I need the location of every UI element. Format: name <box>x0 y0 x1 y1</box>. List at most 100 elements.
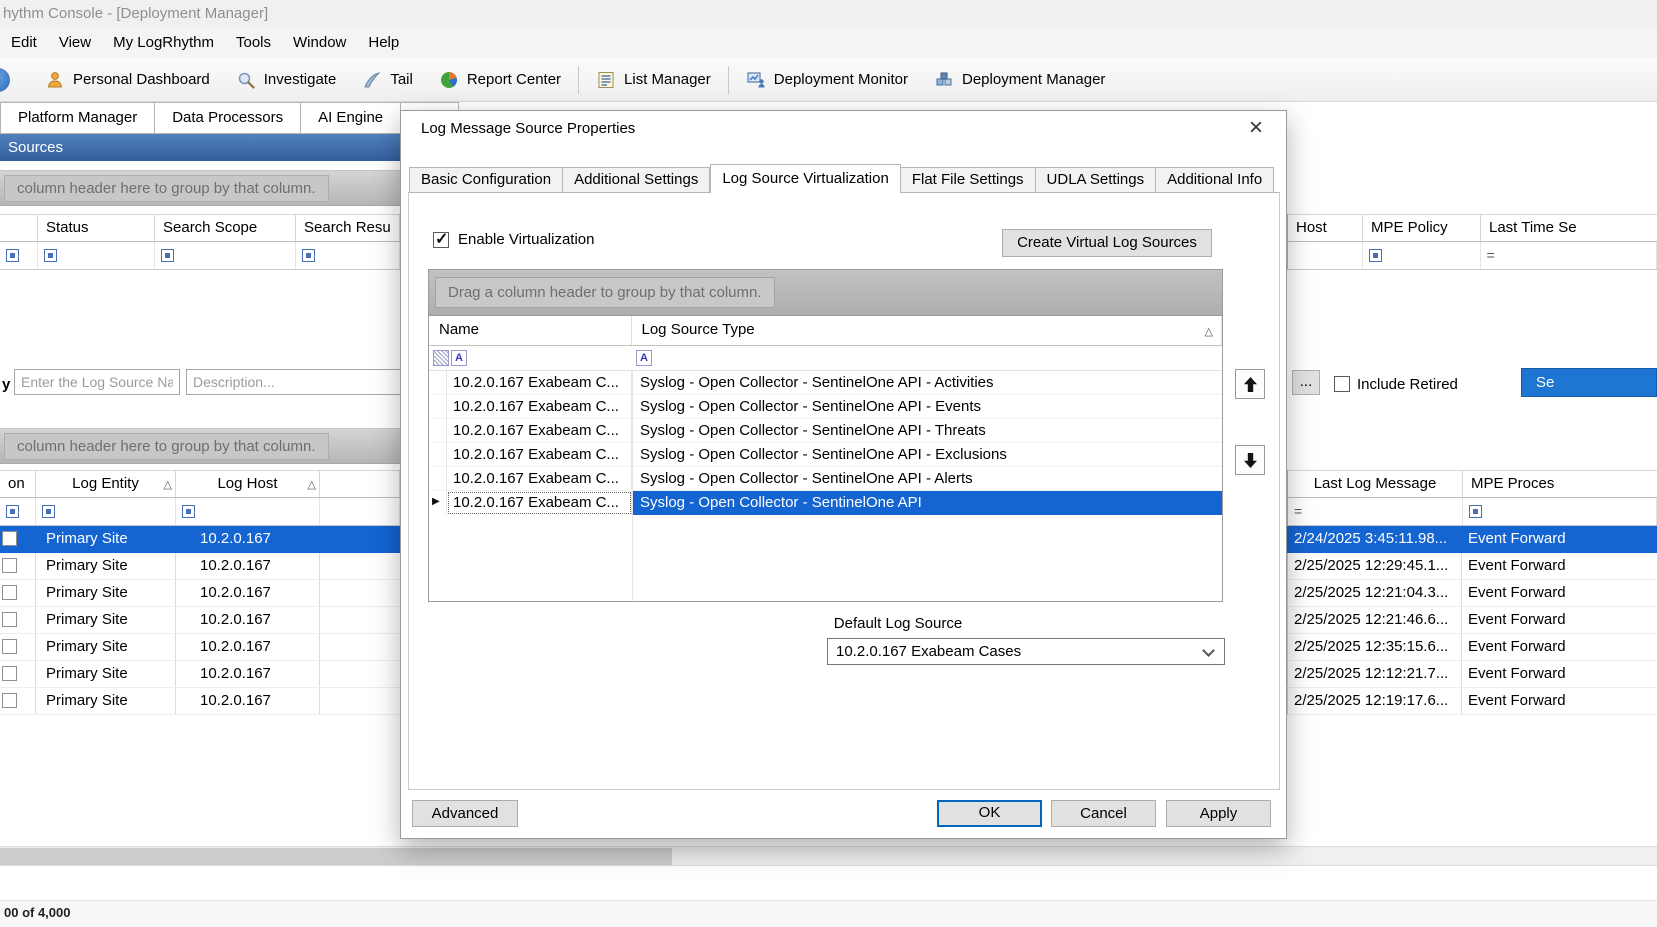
row-checkbox-cell[interactable] <box>0 526 36 553</box>
description-input[interactable] <box>186 369 401 395</box>
filter-cell[interactable] <box>36 498 176 525</box>
move-down-button[interactable] <box>1235 445 1265 475</box>
filter-cell[interactable] <box>0 242 38 269</box>
default-log-source-dropdown[interactable]: 10.2.0.167 Exabeam Cases <box>827 638 1225 665</box>
filter-cell[interactable] <box>296 242 400 269</box>
toolbar-list-manager[interactable]: List Manager <box>583 58 724 101</box>
column-header-blank[interactable] <box>0 214 38 242</box>
enable-virtualization-checkbox[interactable]: Enable Virtualization <box>433 231 594 248</box>
checkbox-icon[interactable] <box>2 558 17 573</box>
toolbar-report-center[interactable]: Report Center <box>426 58 574 101</box>
virtual-log-source-row[interactable]: 10.2.0.167 Exabeam C...Syslog - Open Col… <box>429 467 1222 491</box>
virtual-log-source-row[interactable]: 10.2.0.167 Exabeam C...Syslog - Open Col… <box>429 371 1222 395</box>
browse-ellipsis-button[interactable]: ... <box>1292 370 1320 395</box>
close-icon[interactable] <box>1240 113 1272 145</box>
checkbox-icon[interactable] <box>2 693 17 708</box>
equals-filter-icon[interactable] <box>1487 247 1495 264</box>
filter-cell[interactable] <box>1288 242 1363 269</box>
filter-cell[interactable] <box>0 498 36 525</box>
dialog-tab-flat-file-settings[interactable]: Flat File Settings <box>901 167 1036 193</box>
row-checkbox-cell[interactable] <box>0 580 36 606</box>
filter-checkbox-icon[interactable] <box>1369 249 1382 262</box>
column-header-search-resu[interactable]: Search Resu <box>296 214 400 242</box>
column-header-last-log-message[interactable]: Last Log Message <box>1288 470 1463 498</box>
horizontal-scrollbar[interactable] <box>0 846 1657 866</box>
column-header-mpe-proces[interactable]: MPE Proces <box>1463 470 1657 498</box>
dialog-tab-log-source-virtualization[interactable]: Log Source Virtualization <box>710 164 901 193</box>
filter-cell[interactable] <box>1363 242 1481 269</box>
search-button[interactable]: Se <box>1521 368 1657 397</box>
checkbox-icon[interactable] <box>2 666 17 681</box>
checkbox-icon[interactable] <box>2 612 17 627</box>
log-source-name-input[interactable] <box>14 369 180 395</box>
virtual-log-source-row[interactable]: 10.2.0.167 Exabeam C...Syslog - Open Col… <box>429 419 1222 443</box>
toolbar-tail[interactable]: Tail <box>349 58 426 101</box>
scrollbar-thumb[interactable] <box>0 848 672 865</box>
view-tab-platform-manager[interactable]: Platform Manager <box>0 102 155 134</box>
column-header-log-entity[interactable]: Log Entity <box>36 470 176 498</box>
filter-hatch-icon[interactable] <box>433 350 449 366</box>
column-header-search-scope[interactable]: Search Scope <box>155 214 296 242</box>
filter-cell[interactable] <box>155 242 296 269</box>
filter-cell[interactable] <box>1463 498 1657 525</box>
menu-item-my-logrhythm[interactable]: My LogRhythm <box>102 28 225 58</box>
upper-filter-row-right[interactable] <box>1287 242 1657 270</box>
lower-filter-row-right[interactable] <box>1287 498 1657 526</box>
toolbar-deployment-monitor[interactable]: Deployment Monitor <box>733 58 921 101</box>
filter-checkbox-icon[interactable] <box>6 249 19 262</box>
column-header-host[interactable]: Host <box>1288 214 1363 242</box>
filter-checkbox-icon[interactable] <box>42 505 55 518</box>
group-by-bar-dialog[interactable]: Drag a column header to group by that co… <box>429 270 1222 316</box>
menu-item-window[interactable]: Window <box>282 28 357 58</box>
view-tab-ai-engine[interactable]: AI Engine <box>301 102 401 134</box>
column-header-log-host[interactable]: Log Host <box>176 470 320 498</box>
checkbox-icon[interactable] <box>2 639 17 654</box>
advanced-button[interactable]: Advanced <box>412 800 518 827</box>
move-up-button[interactable] <box>1235 369 1265 399</box>
filter-cell[interactable] <box>1481 242 1657 269</box>
checkbox-icon[interactable] <box>2 585 17 600</box>
row-checkbox-cell[interactable] <box>0 553 36 579</box>
checkbox-icon[interactable] <box>2 531 17 546</box>
column-header-status[interactable]: Status <box>38 214 155 242</box>
dialog-tab-additional-settings[interactable]: Additional Settings <box>563 167 710 193</box>
row-checkbox-cell[interactable] <box>0 634 36 660</box>
checkbox-icon[interactable] <box>1334 376 1350 392</box>
clipped-toolbar-icon[interactable] <box>0 66 16 94</box>
filter-checkbox-icon[interactable] <box>302 249 315 262</box>
column-header-mpe-policy[interactable]: MPE Policy <box>1363 214 1481 242</box>
apply-button[interactable]: Apply <box>1166 800 1271 827</box>
row-checkbox-cell[interactable] <box>0 688 36 714</box>
view-tab-data-processors[interactable]: Data Processors <box>155 102 301 134</box>
cancel-button[interactable]: Cancel <box>1051 800 1156 827</box>
filter-checkbox-icon[interactable] <box>6 505 19 518</box>
row-checkbox-cell[interactable] <box>0 607 36 633</box>
filter-a-icon[interactable] <box>636 350 652 366</box>
filter-checkbox-icon[interactable] <box>182 505 195 518</box>
filter-cell[interactable] <box>38 242 155 269</box>
grid-column-header-name[interactable]: Name <box>429 316 632 345</box>
ok-button[interactable]: OK <box>937 800 1042 827</box>
create-virtual-log-sources-button[interactable]: Create Virtual Log Sources <box>1002 229 1212 257</box>
dialog-tab-basic-configuration[interactable]: Basic Configuration <box>409 167 563 193</box>
filter-checkbox-icon[interactable] <box>44 249 57 262</box>
include-retired-checkbox[interactable]: Include Retired <box>1334 371 1458 397</box>
checkbox-checked-icon[interactable] <box>433 232 449 248</box>
grid-column-header-log-source-type[interactable]: Log Source Type <box>632 316 1223 345</box>
filter-a-icon[interactable] <box>451 350 467 366</box>
menu-item-tools[interactable]: Tools <box>225 28 282 58</box>
menu-item-view[interactable]: View <box>48 28 102 58</box>
toolbar-deployment-manager[interactable]: Deployment Manager <box>921 58 1118 101</box>
column-header-last-time-se[interactable]: Last Time Se <box>1481 214 1657 242</box>
grid-filter-row[interactable] <box>429 346 1222 371</box>
filter-checkbox-icon[interactable] <box>1469 505 1482 518</box>
dialog-tab-additional-info[interactable]: Additional Info <box>1156 167 1274 193</box>
menu-item-help[interactable]: Help <box>357 28 410 58</box>
filter-cell[interactable] <box>176 498 320 525</box>
virtual-log-source-row[interactable]: 10.2.0.167 Exabeam C...Syslog - Open Col… <box>429 443 1222 467</box>
equals-filter-icon[interactable] <box>1294 503 1302 520</box>
menu-item-edit[interactable]: Edit <box>0 28 48 58</box>
column-header-blank[interactable] <box>320 470 400 498</box>
filter-cell[interactable] <box>320 498 400 525</box>
dialog-tab-udla-settings[interactable]: UDLA Settings <box>1036 167 1157 193</box>
